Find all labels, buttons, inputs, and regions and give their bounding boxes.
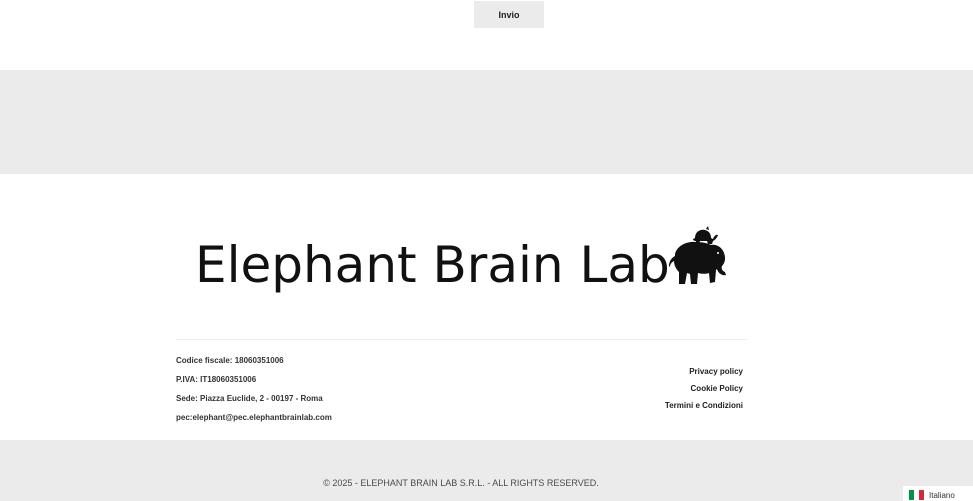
copyright-band: © 2025 - ELEPHANT BRAIN LAB S.R.L. - ALL… bbox=[0, 440, 973, 501]
vat-number: P.IVA: IT18060351006 bbox=[176, 375, 257, 384]
pec-email: pec:elephant@pec.elephantbrainlab.com bbox=[176, 413, 332, 422]
cookie-policy-link[interactable]: Cookie Policy bbox=[665, 384, 743, 401]
terms-conditions-link[interactable]: Termini e Condizioni bbox=[665, 401, 743, 418]
language-label: Italiano bbox=[929, 490, 955, 500]
brand-wordmark: Elephant Brain Lab bbox=[195, 236, 670, 294]
copyright-text: © 2025 - ELEPHANT BRAIN LAB S.R.L. - ALL… bbox=[323, 478, 599, 488]
headquarters-address: Sede: Piazza Euclide, 2 - 00197 - Roma bbox=[176, 394, 323, 403]
brand-logo[interactable]: Elephant Brain Lab bbox=[195, 226, 726, 300]
flag-stripe-red bbox=[919, 490, 924, 500]
grey-spacer-band bbox=[0, 70, 973, 174]
site-footer: Elephant Brain Lab Codice fiscale: 18060… bbox=[0, 174, 973, 440]
tax-code: Codice fiscale: 18060351006 bbox=[176, 356, 284, 365]
legal-links: Privacy policy Cookie Policy Termini e C… bbox=[665, 367, 743, 418]
italy-flag-icon bbox=[909, 490, 924, 500]
language-switcher[interactable]: Italiano bbox=[903, 486, 973, 501]
company-info: Codice fiscale: 18060351006 P.IVA: IT180… bbox=[176, 356, 476, 432]
submit-button[interactable]: Invio bbox=[474, 1, 544, 28]
form-submit-area: Invio bbox=[0, 0, 973, 70]
privacy-policy-link[interactable]: Privacy policy bbox=[665, 367, 743, 384]
elephant-logo-icon bbox=[669, 226, 726, 284]
footer-divider bbox=[176, 339, 747, 340]
